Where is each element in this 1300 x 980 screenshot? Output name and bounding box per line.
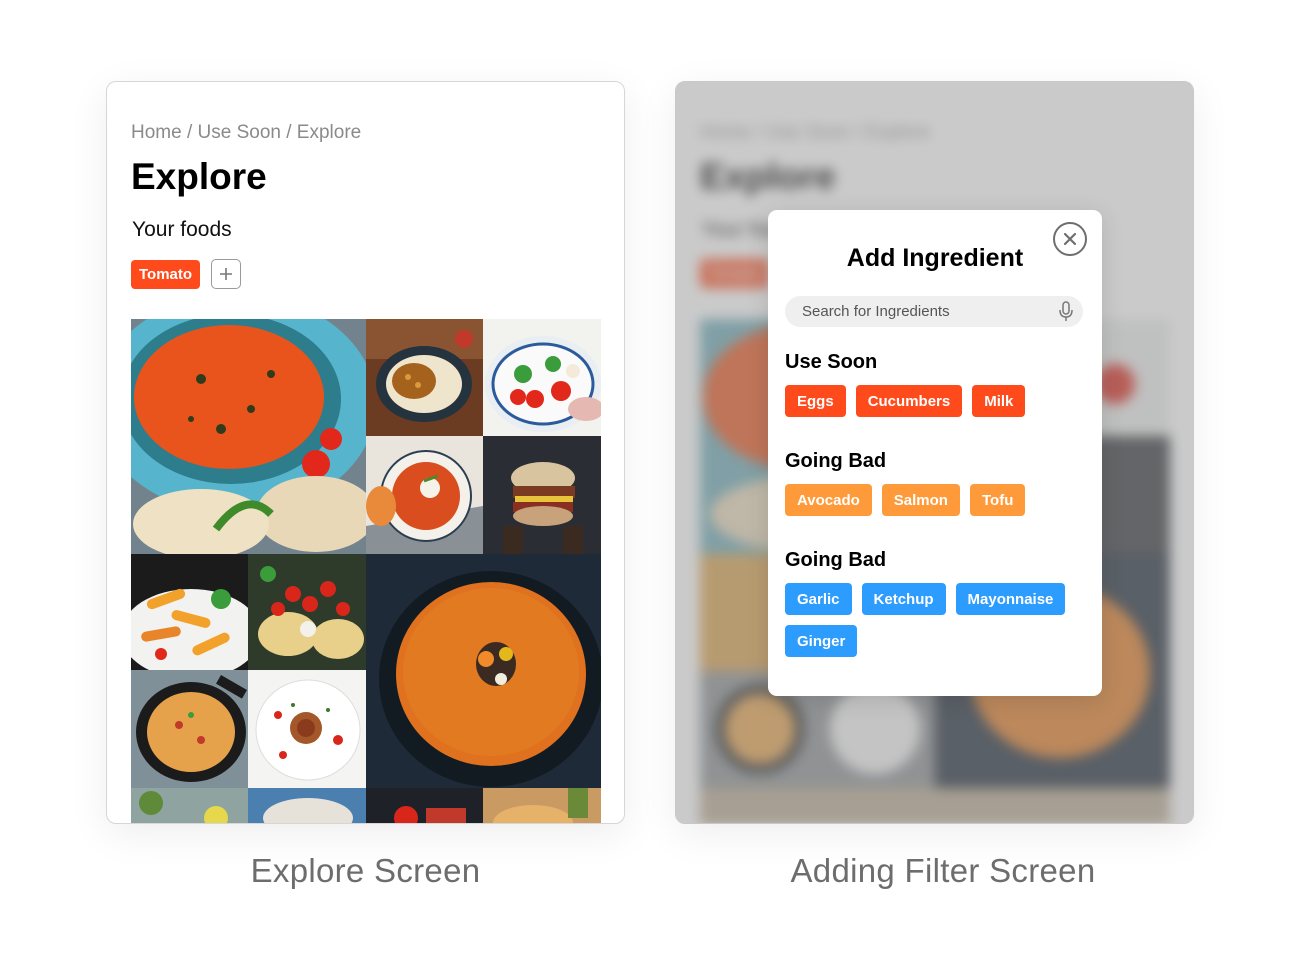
add-ingredient-modal: Add Ingredient Use Soon Eggs Cucumbers M… bbox=[768, 210, 1102, 696]
gallery-tile-chickpea-rice[interactable] bbox=[366, 319, 483, 436]
pumpkin-soup-image bbox=[366, 554, 601, 788]
caprese-salad-bowl-image bbox=[483, 319, 601, 436]
ingredient-pill-mayonnaise[interactable]: Mayonnaise bbox=[955, 583, 1066, 615]
gallery-tile-tagliatelle[interactable] bbox=[248, 554, 366, 670]
pantry-pills: Garlic Ketchup Mayonnaise Ginger bbox=[785, 583, 1085, 657]
your-foods-label: Your foods bbox=[132, 218, 232, 241]
gallery-tile-burger[interactable] bbox=[483, 436, 601, 554]
gallery-tile-pizza[interactable] bbox=[483, 788, 601, 823]
ingredient-pill-avocado[interactable]: Avocado bbox=[785, 484, 872, 516]
explore-screen-card: Home / Use Soon / Explore Explore Your f… bbox=[106, 81, 625, 824]
food-chip-tomato[interactable]: Tomato bbox=[131, 259, 201, 289]
gallery-tile-salad[interactable] bbox=[131, 788, 248, 823]
ingredient-pill-milk[interactable]: Milk bbox=[972, 385, 1026, 417]
group-title-going-bad-2: Going Bad bbox=[785, 549, 887, 571]
ingredient-pill-tofu[interactable]: Tofu bbox=[969, 484, 1026, 516]
gallery-tile-penne-pasta[interactable] bbox=[131, 554, 248, 670]
bowl-image bbox=[248, 788, 366, 823]
food-gallery bbox=[131, 319, 601, 823]
breadcrumb[interactable]: Home / Use Soon / Explore bbox=[131, 122, 361, 144]
gallery-tile-tomato-jar[interactable] bbox=[366, 788, 483, 823]
food-chip-row: Tomato bbox=[131, 259, 242, 289]
chickpea-rice-dish-image bbox=[366, 319, 483, 436]
gallery-tile-bowl[interactable] bbox=[248, 788, 366, 823]
plus-icon bbox=[220, 268, 233, 280]
gallery-tile-tomato-soup-bowl[interactable] bbox=[366, 436, 483, 554]
ingredient-pill-garlic[interactable]: Garlic bbox=[785, 583, 852, 615]
filter-screen-card: Home / Use Soon / Explore Explore Your f… bbox=[675, 81, 1194, 824]
gallery-tile-spaghetti[interactable] bbox=[248, 670, 366, 788]
ingredient-pill-eggs[interactable]: Eggs bbox=[785, 385, 846, 417]
tomato-soup-bowl-image bbox=[366, 436, 483, 554]
caption-explore-screen: Explore Screen bbox=[250, 852, 481, 889]
tomato-soup-plate-image bbox=[131, 319, 366, 554]
group-title-use-soon: Use Soon bbox=[785, 351, 878, 373]
ingredient-pill-cucumbers[interactable]: Cucumbers bbox=[855, 385, 963, 417]
spaghetti-plate-image bbox=[248, 670, 366, 788]
group-title-going-bad: Going Bad bbox=[785, 450, 887, 472]
penne-pasta-image bbox=[131, 554, 248, 670]
ingredient-pill-salmon[interactable]: Salmon bbox=[881, 484, 960, 516]
tagliatelle-tomatoes-image bbox=[248, 554, 366, 670]
gallery-tile-pumpkin-soup[interactable] bbox=[366, 554, 601, 788]
paella-pan-image bbox=[131, 670, 248, 788]
modal-title: Add Ingredient bbox=[846, 244, 1024, 272]
pizza-plate-image bbox=[483, 788, 601, 823]
gallery-tile-tomato-soup[interactable] bbox=[131, 319, 366, 554]
ingredient-pill-ketchup[interactable]: Ketchup bbox=[861, 583, 946, 615]
ingredient-pill-ginger[interactable]: Ginger bbox=[785, 625, 858, 657]
gallery-tile-paella[interactable] bbox=[131, 670, 248, 788]
use-soon-pills: Eggs Cucumbers Milk bbox=[785, 385, 1085, 417]
going-bad-pills: Avocado Salmon Tofu bbox=[785, 484, 1085, 516]
tomato-jar-image bbox=[366, 788, 483, 823]
salad-plate-image bbox=[131, 788, 248, 823]
page-title: Explore bbox=[131, 156, 267, 197]
ingredient-search-input[interactable] bbox=[785, 296, 1083, 327]
caption-adding-filter-screen: Adding Filter Screen bbox=[790, 852, 1096, 889]
add-food-button[interactable] bbox=[211, 259, 242, 289]
microphone-icon[interactable] bbox=[1058, 301, 1074, 323]
burger-sandwich-image bbox=[483, 436, 601, 554]
gallery-tile-caprese-salad[interactable] bbox=[483, 319, 601, 436]
explore-screen-content: Home / Use Soon / Explore Explore Your f… bbox=[107, 82, 624, 823]
